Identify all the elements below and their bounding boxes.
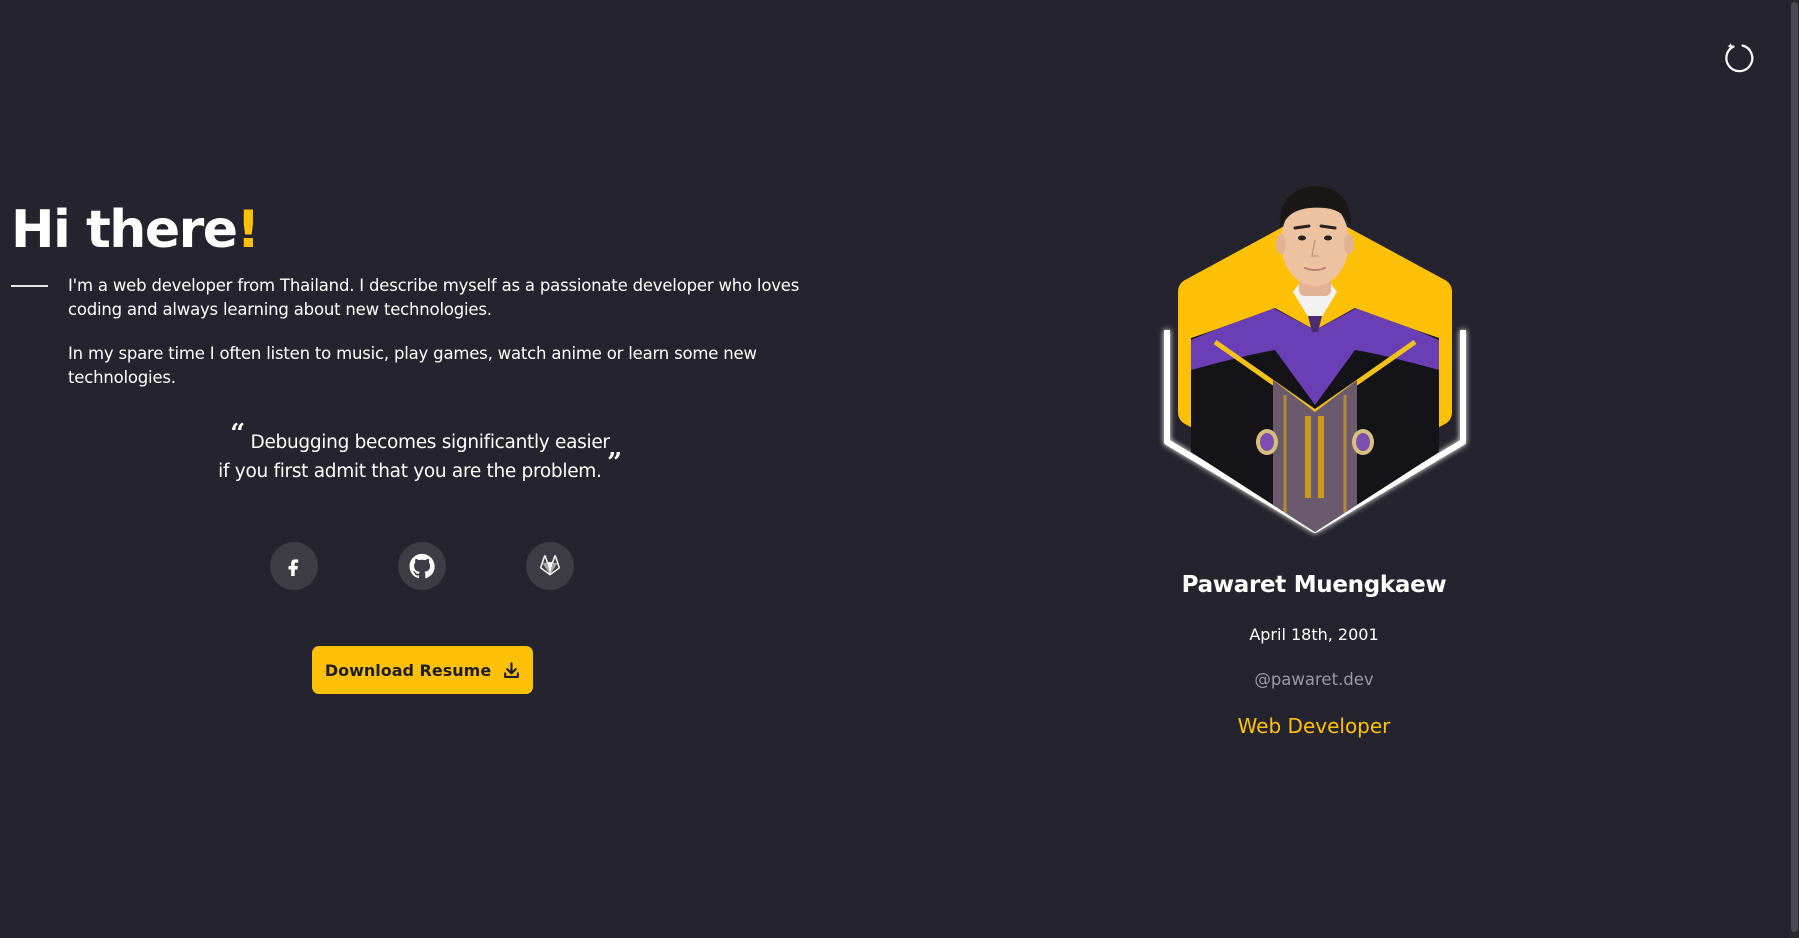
scrollbar-thumb[interactable] bbox=[1791, 2, 1798, 932]
github-link[interactable] bbox=[398, 542, 446, 590]
facebook-icon bbox=[288, 559, 299, 576]
theme-toggle-button[interactable] bbox=[1720, 38, 1756, 74]
avatar-graphic bbox=[1164, 186, 1466, 533]
download-resume-label: Download Resume bbox=[324, 660, 492, 680]
profile-role: Web Developer bbox=[1237, 714, 1391, 738]
quote-line-1: Debugging becomes significantly easier bbox=[250, 432, 611, 453]
hero-divider bbox=[11, 285, 48, 287]
hero-title-text: Hi there bbox=[11, 200, 238, 260]
github-icon bbox=[409, 553, 435, 579]
quote-open-mark: “ bbox=[230, 419, 245, 449]
profile-handle: @pawaret.dev bbox=[1254, 670, 1374, 689]
bio-paragraph-1: I'm a web developer from Thailand. I des… bbox=[68, 276, 800, 319]
bio-section: I'm a web developer from Thailand. I des… bbox=[68, 274, 808, 410]
profile-name: Pawaret Muengkaew bbox=[1181, 572, 1447, 598]
profile-avatar bbox=[1155, 180, 1475, 540]
scrollbar-track[interactable] bbox=[1790, 0, 1799, 938]
theme-toggle-icon bbox=[1725, 43, 1754, 73]
quote-line-2: if you first admit that you are the prob… bbox=[218, 461, 602, 482]
quote-close-mark: ” bbox=[607, 448, 622, 478]
hero-title-accent: ! bbox=[236, 200, 261, 260]
download-icon bbox=[504, 661, 520, 678]
gitlab-icon bbox=[540, 555, 560, 576]
hero-title: Hi there! bbox=[11, 198, 261, 262]
download-resume-button[interactable]: Download Resume bbox=[312, 646, 533, 694]
profile-birthday: April 18th, 2001 bbox=[1249, 625, 1379, 644]
gitlab-link[interactable] bbox=[526, 542, 574, 590]
bio-paragraph-2: In my spare time I often listen to music… bbox=[68, 344, 757, 387]
quote-block: “ Debugging becomes significantly easier… bbox=[170, 421, 670, 486]
facebook-link[interactable] bbox=[270, 542, 318, 590]
